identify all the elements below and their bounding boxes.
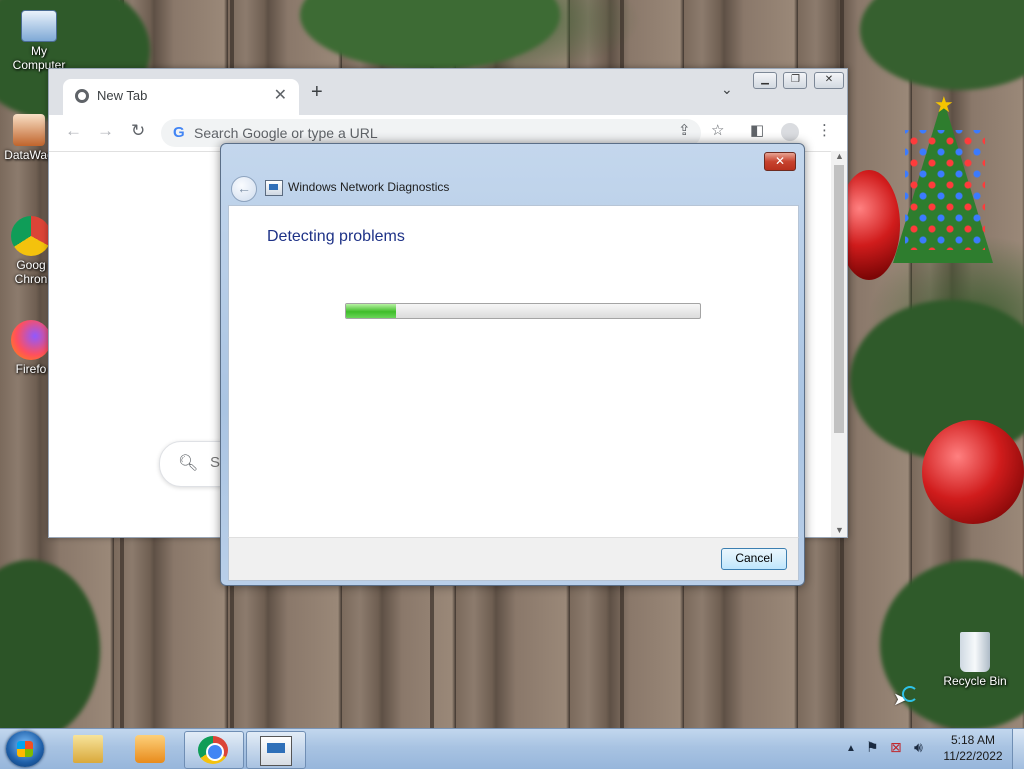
show-hidden-icons-button[interactable]: ▲ xyxy=(846,743,856,754)
network-diagnostics-icon xyxy=(260,736,292,766)
tab-new-tab[interactable]: New Tab ✕ xyxy=(63,79,299,115)
network-diagnostics-icon xyxy=(265,180,283,196)
action-center-icon[interactable]: ⚑ xyxy=(866,739,879,756)
status-heading: Detecting problems xyxy=(267,228,405,245)
taskbar-clock[interactable]: 5:18 AM 11/22/2022 xyxy=(934,732,1012,764)
tab-title: New Tab xyxy=(97,88,148,103)
window-controls: ▁ ❐ ✕ xyxy=(751,69,844,89)
media-player-icon xyxy=(135,735,165,763)
desktop-icon-my-computer[interactable]: My Computer xyxy=(4,10,74,72)
start-button[interactable] xyxy=(6,731,44,767)
search-icon: 🔍︎ xyxy=(178,455,199,472)
minimize-button[interactable]: ▁ xyxy=(753,72,777,89)
tab-strip: New Tab ✕ + ⌄ ▁ ❐ ✕ xyxy=(49,69,847,115)
busy-cursor-icon xyxy=(902,686,918,702)
dialog-footer: Cancel xyxy=(228,537,799,581)
scroll-up-icon[interactable]: ▲ xyxy=(835,151,844,161)
dialog-close-button[interactable]: ✕ xyxy=(764,152,796,171)
progress-bar xyxy=(345,303,701,319)
dialog-content: Detecting problems xyxy=(228,205,799,538)
tab-search-icon[interactable]: ⌄ xyxy=(721,81,733,98)
google-g-icon: G xyxy=(173,124,185,141)
chrome-favicon-icon xyxy=(75,89,89,103)
forward-icon[interactable]: → xyxy=(97,121,114,141)
close-tab-icon[interactable]: ✕ xyxy=(274,85,287,105)
firefox-icon xyxy=(11,320,51,360)
reload-icon[interactable]: ↻ xyxy=(131,121,145,141)
page-scrollbar[interactable]: ▲ ▼ xyxy=(831,151,847,537)
clock-time: 5:18 AM xyxy=(950,733,996,747)
back-icon[interactable]: ← xyxy=(65,121,82,141)
taskbar-item-network-diagnostics[interactable] xyxy=(246,731,306,769)
side-panel-icon[interactable]: ◧ xyxy=(750,121,764,139)
network-diagnostics-dialog: ✕ ← Windows Network Diagnostics Detectin… xyxy=(220,143,805,586)
taskbar: ▲ ⚑ ⊠ 🔊︎ 5:18 AM 11/22/2022 xyxy=(0,728,1024,769)
taskbar-item-explorer[interactable] xyxy=(60,731,118,767)
show-desktop-button[interactable] xyxy=(1012,729,1024,769)
address-bar-placeholder: Search Google or type a URL xyxy=(194,125,378,141)
recycle-bin-icon xyxy=(960,632,990,672)
desktop-icon-recycle-bin[interactable]: Recycle Bin xyxy=(940,632,1010,688)
share-icon[interactable]: ⇪ xyxy=(678,121,691,139)
bookmark-star-icon[interactable]: ☆ xyxy=(711,121,724,139)
ornament xyxy=(922,420,1024,524)
dialog-title: Windows Network Diagnostics xyxy=(288,180,450,194)
restore-button[interactable]: ❐ xyxy=(783,72,808,89)
chrome-icon xyxy=(198,736,228,764)
folder-icon xyxy=(73,735,103,763)
menu-dots-icon[interactable]: ⋮ xyxy=(817,121,832,139)
cancel-button[interactable]: Cancel xyxy=(721,548,787,570)
taskbar-item-chrome[interactable] xyxy=(184,731,244,769)
taskbar-item-media-player[interactable] xyxy=(122,731,180,767)
back-arrow-icon[interactable]: ← xyxy=(231,176,257,202)
computer-icon xyxy=(21,10,57,42)
windows-logo-icon xyxy=(17,741,33,757)
chrome-icon xyxy=(11,216,51,256)
scroll-down-icon[interactable]: ▼ xyxy=(835,525,844,535)
scrollbar-thumb[interactable] xyxy=(834,165,844,433)
clock-date: 11/22/2022 xyxy=(943,749,1003,763)
shortcut-icon xyxy=(13,114,45,146)
network-error-icon[interactable]: ⊠ xyxy=(890,739,902,756)
profile-avatar-icon[interactable] xyxy=(781,123,799,141)
volume-icon[interactable]: 🔊︎ xyxy=(914,739,923,756)
close-button[interactable]: ✕ xyxy=(813,72,844,89)
new-tab-button[interactable]: + xyxy=(311,81,323,104)
progress-bar-fill xyxy=(346,304,396,318)
